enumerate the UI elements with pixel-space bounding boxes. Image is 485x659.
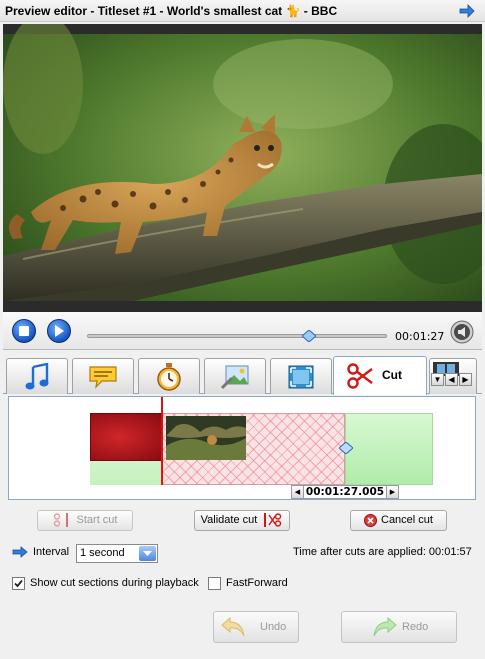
redo-label: Redo	[402, 621, 429, 633]
show-cut-sections-label: Show cut sections during playback	[30, 577, 199, 589]
undo-icon	[221, 616, 245, 637]
show-cut-sections-checkbox[interactable]	[12, 577, 25, 590]
stopwatch-icon	[157, 362, 181, 391]
timeline-time-box: ◀ 00:01:27.005 ▶	[291, 485, 399, 499]
start-cut-button[interactable]: Start cut	[37, 510, 133, 531]
validate-cut-label: Validate cut	[200, 514, 258, 526]
timeline-time: 00:01:27.005	[305, 486, 385, 498]
cut-end-handle[interactable]	[338, 441, 354, 455]
tab-image[interactable]	[204, 358, 266, 394]
crop-icon	[288, 365, 314, 388]
playback-controls: 00:01:27	[3, 312, 482, 350]
video-preview[interactable]	[3, 24, 482, 312]
cut-end-icon	[264, 513, 282, 528]
caret-left-icon: ◀	[448, 375, 455, 384]
validate-cut-button[interactable]: Validate cut	[194, 510, 290, 531]
redo-icon	[373, 616, 397, 637]
editor-tabs: Cut ▼ ◀ ▶	[3, 356, 482, 395]
clip-thumbnail	[166, 416, 246, 460]
interval-select[interactable]: 1 second	[76, 544, 158, 563]
tab-timing[interactable]	[138, 358, 200, 394]
checkmark-icon	[14, 579, 23, 588]
fast-forward-checkbox[interactable]	[208, 577, 221, 590]
scissors-icon	[347, 363, 373, 389]
redo-button[interactable]: Redo	[341, 611, 457, 643]
play-button[interactable]	[47, 319, 71, 343]
kept-region-right	[345, 413, 433, 485]
tab-scroll-down-button[interactable]: ▼	[431, 373, 444, 386]
stop-icon	[19, 326, 29, 336]
tab-cut[interactable]: Cut	[333, 356, 427, 395]
tab-scroll-right-button[interactable]: ▶	[459, 373, 472, 386]
dropdown-arrow-icon	[139, 546, 156, 561]
tab-cut-label: Cut	[382, 368, 402, 382]
window-title: Preview editor - Titleset #1 - World's s…	[0, 0, 485, 22]
start-cut-label: Start cut	[76, 514, 118, 526]
window-title-source: - BBC	[300, 4, 338, 18]
cancel-icon	[364, 513, 377, 527]
cancel-cut-label: Cancel cut	[381, 514, 433, 526]
interval-label: Interval	[33, 546, 70, 558]
tab-crop[interactable]	[270, 358, 332, 394]
caret-right-icon: ▶	[462, 375, 469, 384]
cat-glyph: 🐈	[285, 4, 301, 18]
fast-forward-label: FastForward	[226, 577, 288, 589]
image-edit-icon	[220, 365, 249, 389]
forward-arrow-icon[interactable]	[459, 4, 475, 18]
volume-icon[interactable]	[450, 320, 474, 344]
cut-timeline[interactable]: ◀ 00:01:27.005 ▶	[8, 396, 476, 500]
time-step-back-button[interactable]: ◀	[292, 486, 304, 498]
arrow-right-icon	[12, 546, 28, 558]
seek-thumb[interactable]	[300, 329, 317, 343]
window-title-text: Preview editor - Titleset #1 - World's s…	[5, 4, 286, 18]
undo-label: Undo	[260, 621, 287, 633]
time-step-forward-button[interactable]: ▶	[386, 486, 398, 498]
clip-thumbnail-red	[90, 413, 162, 461]
subtitle-icon	[89, 365, 117, 389]
stop-button[interactable]	[12, 319, 36, 343]
music-note-icon	[25, 362, 49, 389]
play-icon	[55, 325, 64, 337]
tab-scroll-left-button[interactable]: ◀	[445, 373, 458, 386]
undo-button[interactable]: Undo	[213, 611, 299, 643]
seek-slider[interactable]	[87, 329, 387, 343]
cancel-cut-button[interactable]: Cancel cut	[350, 510, 447, 531]
playback-time: 00:01:27	[395, 330, 445, 343]
time-after-cuts: Time after cuts are applied: 00:01:57	[293, 546, 472, 558]
cut-start-icon	[53, 513, 68, 528]
interval-value: 1 second	[80, 547, 125, 559]
playhead-marker[interactable]	[161, 397, 163, 485]
tab-subtitles[interactable]	[72, 358, 134, 394]
caret-down-icon: ▼	[433, 375, 442, 384]
tab-audio[interactable]	[6, 358, 68, 394]
